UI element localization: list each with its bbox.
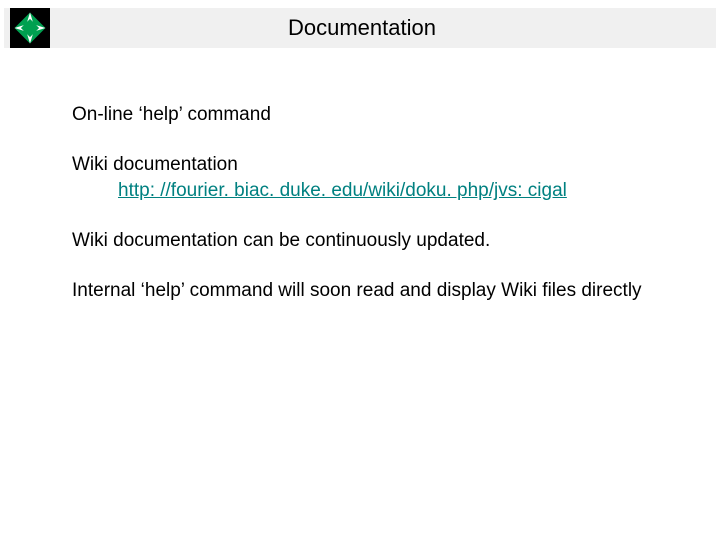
internal-help-line: Internal ‘help’ command will soon read a… — [72, 278, 660, 304]
title-bar: Documentation — [4, 8, 716, 48]
wiki-doc-label: Wiki documentation — [72, 152, 660, 178]
wiki-url-link[interactable]: http: //fourier. biac. duke. edu/wiki/do… — [118, 178, 567, 204]
page-title: Documentation — [52, 15, 716, 41]
content-area: On-line ‘help’ command Wiki documentatio… — [72, 102, 660, 327]
cigal-logo-icon — [8, 8, 52, 48]
wiki-updated-line: Wiki documentation can be continuously u… — [72, 228, 660, 254]
wiki-url-line: http: //fourier. biac. duke. edu/wiki/do… — [72, 178, 660, 204]
wiki-doc-block: Wiki documentation http: //fourier. biac… — [72, 152, 660, 204]
help-command-line: On-line ‘help’ command — [72, 102, 660, 128]
